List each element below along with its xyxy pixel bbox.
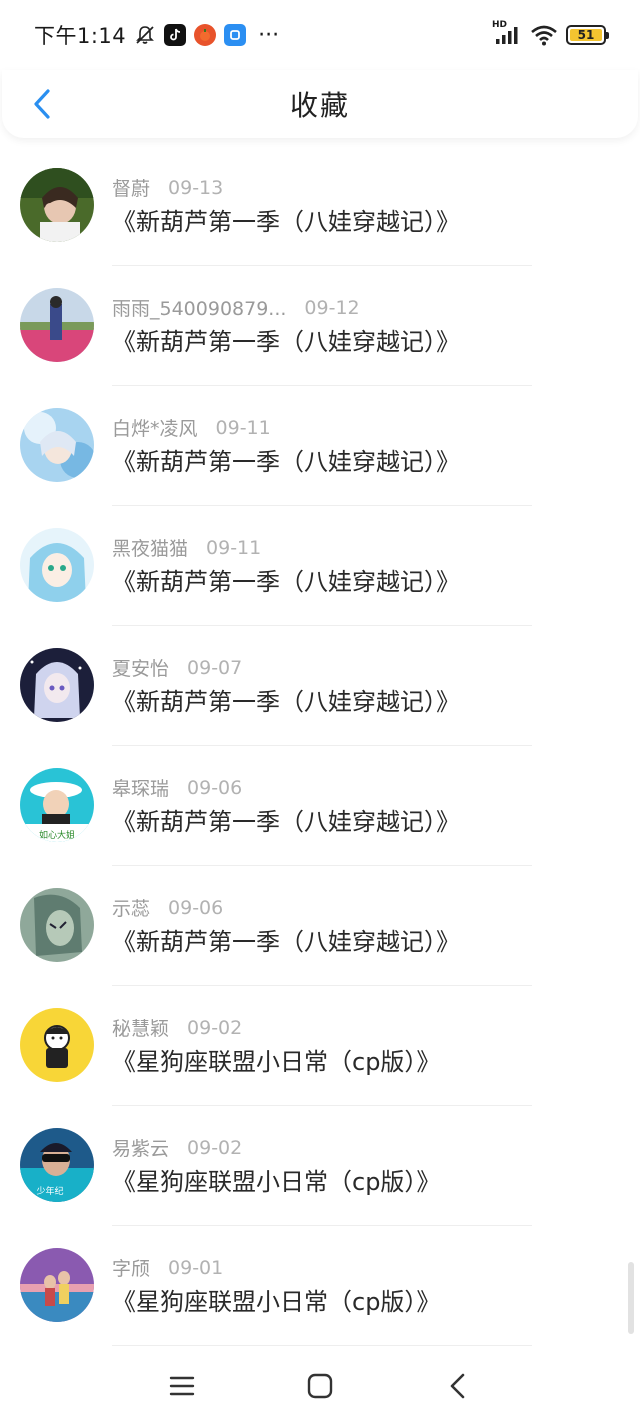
item-meta: 字颀 09-01 (112, 1254, 223, 1281)
item-title[interactable]: 《新葫芦第一季（八娃穿越记）》 (112, 922, 460, 957)
avatar[interactable] (20, 1008, 94, 1082)
system-nav-bar (0, 1348, 640, 1422)
home-button[interactable] (302, 1368, 338, 1404)
item-title[interactable]: 《新葫芦第一季（八娃穿越记）》 (112, 802, 460, 837)
item-username: 雨雨_540090879... (112, 298, 287, 320)
menu-button[interactable] (164, 1368, 200, 1404)
mute-bell-icon (134, 24, 156, 46)
item-title[interactable]: 《星狗座联盟小日常（cp版）》 (112, 1042, 440, 1077)
cellular-signal-icon: HD (492, 20, 522, 46)
item-username: 秘慧颖 (112, 1018, 170, 1040)
item-title[interactable]: 《新葫芦第一季（八娃穿越记）》 (112, 202, 460, 237)
favorites-list: 督蔚 09-13 《新葫芦第一季（八娃穿越记）》 雨雨_540090879...… (0, 146, 640, 1346)
item-title[interactable]: 《新葫芦第一季（八娃穿越记）》 (112, 562, 460, 597)
item-date: 09-02 (187, 1136, 243, 1159)
chevron-left-icon (34, 89, 50, 119)
item-meta: 夏安怡 09-07 (112, 654, 242, 681)
status-bar: 下午1:14 ··· HD 51 (0, 0, 640, 70)
avatar-badge-text: 如心大姐 (39, 829, 75, 841)
item-username: 白烨*凌风 (112, 418, 198, 440)
item-date: 09-07 (187, 656, 243, 679)
more-notifications-icon: ··· (258, 22, 280, 48)
item-username: 黑夜猫猫 (112, 538, 189, 560)
back-icon (450, 1373, 465, 1399)
avatar[interactable] (20, 168, 94, 242)
item-username: 夏安怡 (112, 658, 170, 680)
status-time: 下午1:14 (34, 24, 127, 48)
item-date: 09-06 (168, 896, 224, 919)
item-date: 09-11 (215, 416, 271, 439)
avatar[interactable] (20, 528, 94, 602)
list-item[interactable]: 雨雨_540090879... 09-12 《新葫芦第一季（八娃穿越记）》 (0, 266, 640, 386)
avatar[interactable] (20, 1248, 94, 1322)
item-username: 易紫云 (112, 1138, 170, 1160)
system-back-button[interactable] (440, 1368, 476, 1404)
avatar[interactable]: 少年纪 (20, 1128, 94, 1202)
blue-app-icon (224, 24, 247, 46)
item-date: 09-11 (206, 536, 262, 559)
item-date: 09-01 (168, 1256, 224, 1279)
avatar[interactable] (20, 648, 94, 722)
list-item[interactable]: 如心大姐 皋琛瑞 09-06 《新葫芦第一季（八娃穿越记）》 (0, 746, 640, 866)
menu-icon (169, 1376, 195, 1396)
item-meta: 雨雨_540090879... 09-12 (112, 294, 360, 321)
list-item[interactable]: 黑夜猫猫 09-11 《新葫芦第一季（八娃穿越记）》 (0, 506, 640, 626)
avatar-badge-text: 少年纪 (36, 1185, 63, 1197)
item-meta: 皋琛瑞 09-06 (112, 774, 242, 801)
item-username: 示蕊 (112, 898, 151, 920)
pumpkin-app-icon (194, 24, 217, 46)
home-icon (307, 1373, 333, 1399)
item-meta: 黑夜猫猫 09-11 (112, 534, 261, 561)
battery-icon: 51 (566, 25, 609, 45)
item-title[interactable]: 《新葫芦第一季（八娃穿越记）》 (112, 682, 460, 717)
item-date: 09-12 (304, 296, 360, 319)
item-username: 督蔚 (112, 178, 151, 200)
divider (112, 1345, 532, 1346)
list-item[interactable]: 少年纪 易紫云 09-02 《星狗座联盟小日常（cp版）》 (0, 1106, 640, 1226)
item-meta: 白烨*凌风 09-11 (112, 414, 271, 441)
item-title[interactable]: 《新葫芦第一季（八娃穿越记）》 (112, 322, 460, 357)
item-username: 字颀 (112, 1258, 151, 1280)
page-header: 收藏 (2, 70, 638, 138)
item-date: 09-06 (187, 776, 243, 799)
item-title[interactable]: 《星狗座联盟小日常（cp版）》 (112, 1162, 440, 1197)
item-date: 09-13 (168, 176, 224, 199)
list-item[interactable]: 夏安怡 09-07 《新葫芦第一季（八娃穿越记）》 (0, 626, 640, 746)
list-item[interactable]: 示蕊 09-06 《新葫芦第一季（八娃穿越记）》 (0, 866, 640, 986)
status-left: 下午1:14 ··· (34, 20, 279, 50)
list-item[interactable]: 秘慧颖 09-02 《星狗座联盟小日常（cp版）》 (0, 986, 640, 1106)
item-username: 皋琛瑞 (112, 778, 170, 800)
avatar[interactable] (20, 888, 94, 962)
item-meta: 督蔚 09-13 (112, 174, 223, 201)
item-meta: 秘慧颖 09-02 (112, 1014, 242, 1041)
avatar[interactable] (20, 408, 94, 482)
battery-level: 51 (570, 28, 602, 42)
tiktok-app-icon (164, 24, 187, 46)
status-right: HD 51 (492, 20, 609, 46)
network-label: HD (492, 20, 508, 30)
item-title[interactable]: 《新葫芦第一季（八娃穿越记）》 (112, 442, 460, 477)
item-meta: 易紫云 09-02 (112, 1134, 242, 1161)
list-item[interactable]: 白烨*凌风 09-11 《新葫芦第一季（八娃穿越记）》 (0, 386, 640, 506)
item-title[interactable]: 《星狗座联盟小日常（cp版）》 (112, 1282, 440, 1317)
back-button[interactable] (22, 84, 62, 124)
wifi-icon (530, 24, 558, 46)
scrollbar[interactable] (628, 1262, 634, 1334)
avatar[interactable] (20, 288, 94, 362)
item-meta: 示蕊 09-06 (112, 894, 223, 921)
list-item[interactable]: 督蔚 09-13 《新葫芦第一季（八娃穿越记）》 (0, 146, 640, 266)
list-item[interactable]: 字颀 09-01 《星狗座联盟小日常（cp版）》 (0, 1226, 640, 1346)
item-date: 09-02 (187, 1016, 243, 1039)
page-title: 收藏 (289, 89, 350, 122)
avatar[interactable]: 如心大姐 (20, 768, 94, 842)
